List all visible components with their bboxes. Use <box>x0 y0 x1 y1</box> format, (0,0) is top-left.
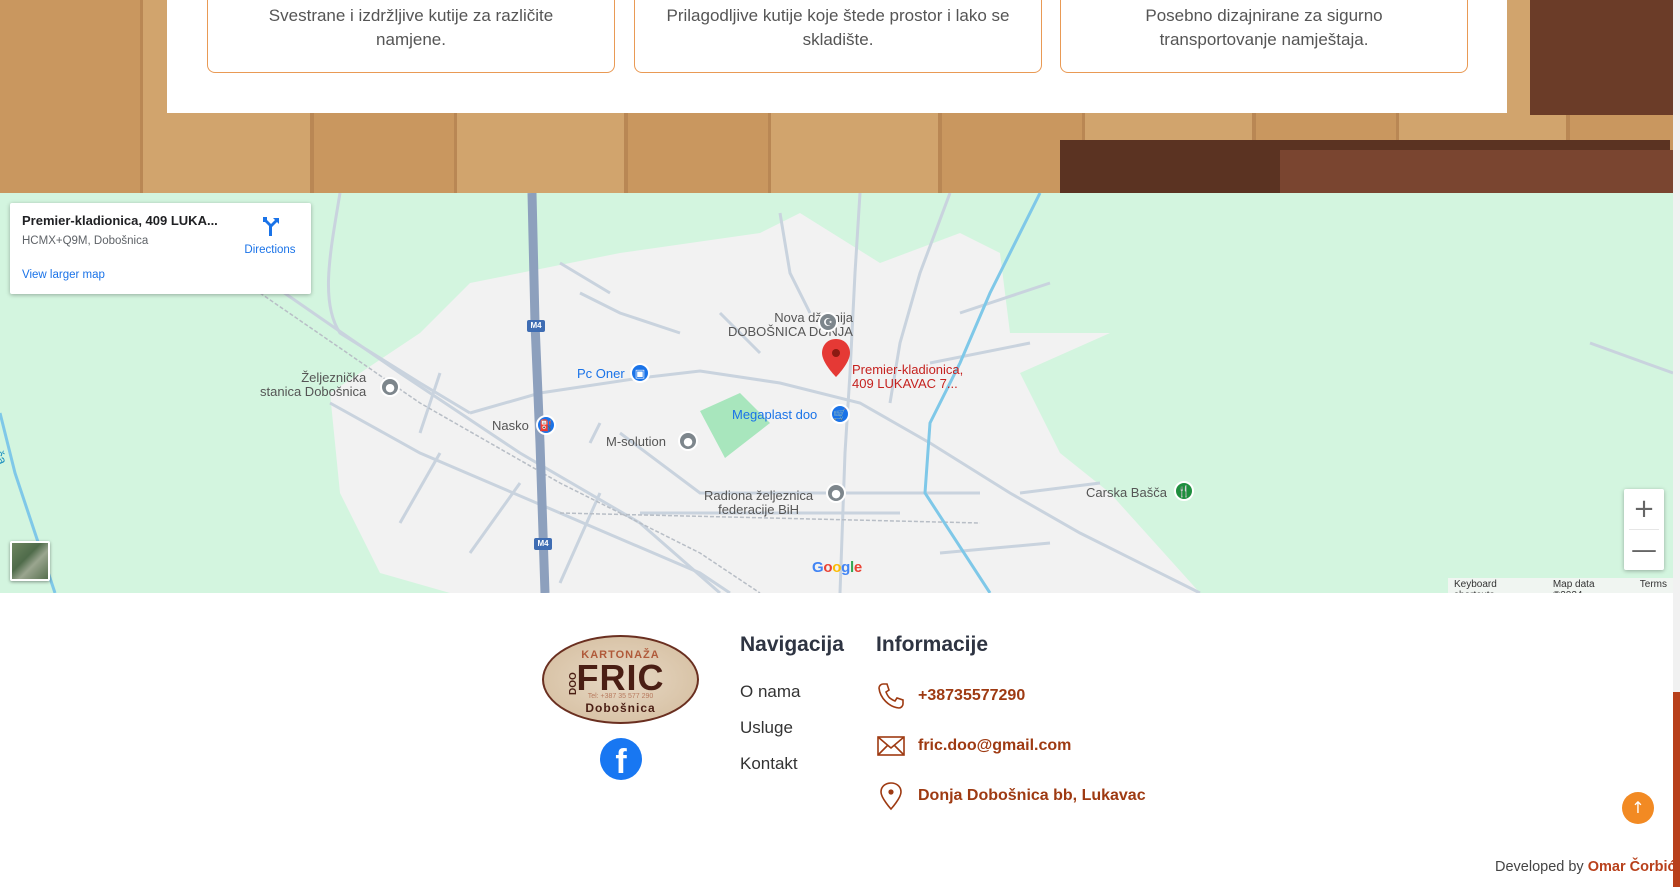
scroll-to-top-button[interactable]: ↑ <box>1622 792 1654 824</box>
feature-text: Svestrane i izdržljive kutije za različi… <box>268 6 554 49</box>
directions-icon <box>263 217 279 236</box>
map-label-pc-oner[interactable]: Pc Oner <box>577 367 625 381</box>
mail-icon <box>877 736 905 756</box>
shop-icon[interactable]: ▣ <box>630 363 650 383</box>
satellite-toggle[interactable] <box>10 541 50 581</box>
page-scrollbar[interactable] <box>1673 0 1680 887</box>
map-data-text: Map data ©2024 <box>1552 579 1595 593</box>
nav-heading: Navigacija <box>740 633 844 656</box>
place-title: Premier-kladionica, 409 LUKA... <box>22 213 218 228</box>
email-link[interactable]: fric.doo@gmail.com <box>918 737 1071 755</box>
phone-row[interactable]: +38735577290 <box>876 679 1025 713</box>
m4-shield: M4 <box>534 538 552 550</box>
cart-icon[interactable]: 🛒 <box>830 404 850 424</box>
location-icon <box>880 782 902 811</box>
map-attribution-bar: Keyboard shortcuts Map data ©2024 Terms <box>1448 578 1673 593</box>
scrollbar-thumb[interactable] <box>1673 692 1680 887</box>
map-label-megaplast[interactable]: Megaplast doo <box>732 408 817 422</box>
embedded-map[interactable]: M4 M4 Nova džamija DOBOŠNICA DONJA ☪ Pc O… <box>0 193 1673 593</box>
info-heading: Informacije <box>876 633 989 656</box>
feature-card: Svestrane i izdržljive kutije za različi… <box>207 0 615 73</box>
mosque-icon[interactable]: ☪ <box>818 312 838 332</box>
developer-link[interactable]: Omar Čorbić <box>1588 859 1676 875</box>
m4-shield: M4 <box>527 320 545 332</box>
keyboard-shortcuts-link[interactable]: Keyboard shortcuts <box>1454 579 1539 593</box>
fuel-icon[interactable]: ⛽ <box>536 415 556 435</box>
directions-button[interactable]: Directions <box>235 215 305 256</box>
features-panel: Svestrane i izdržljive kutije za različi… <box>167 0 1507 113</box>
place-subtitle: HCMX+Q9M, Dobošnica <box>22 235 149 247</box>
phone-link[interactable]: +38735577290 <box>918 687 1025 705</box>
map-label-nasko[interactable]: Nasko <box>492 419 529 433</box>
feature-text: Prilagodljive kutije koje štede prostor … <box>666 6 1010 49</box>
place-info-card: Premier-kladionica, 409 LUKA... HCMX+Q9M… <box>10 203 311 294</box>
station-icon[interactable]: ● <box>380 377 400 397</box>
address-row: Donja Dobošnica bb, Lukavac <box>876 779 1146 813</box>
zoom-control: + — <box>1624 489 1664 570</box>
google-logo: Google <box>812 559 862 576</box>
map-label-carska-basca[interactable]: Carska Bašča <box>1086 486 1167 500</box>
box-shadow-decor <box>1280 150 1673 193</box>
place-icon[interactable]: ● <box>826 483 846 503</box>
nav-link-kontakt[interactable]: Kontakt <box>740 754 798 774</box>
box-decor <box>1530 0 1673 115</box>
view-larger-map-link[interactable]: View larger map <box>22 269 105 281</box>
address-text: Donja Dobošnica bb, Lukavac <box>918 787 1146 804</box>
feature-card: Prilagodljive kutije koje štede prostor … <box>634 0 1042 73</box>
zoom-in-button[interactable]: + <box>1624 489 1664 529</box>
map-label-zeljeznicka-stanica[interactable]: Željeznička stanica Dobošnica <box>260 371 366 399</box>
feature-text: Posebno dizajnirane za sigurno transport… <box>1145 6 1383 49</box>
place-icon[interactable]: ● <box>678 431 698 451</box>
phone-icon <box>878 683 904 709</box>
company-logo[interactable]: KARTONAŽA FRIC DOO Tel: +387 35 577 290 … <box>542 635 699 724</box>
zoom-out-button[interactable]: — <box>1624 530 1664 570</box>
arrow-up-icon: ↑ <box>1631 798 1645 817</box>
feature-card: Posebno dizajnirane za sigurno transport… <box>1060 0 1468 73</box>
map-label-radiona[interactable]: Radiona željeznica federacije BiH <box>704 489 813 517</box>
map-label-m-solution[interactable]: M-solution <box>606 435 666 449</box>
facebook-icon[interactable]: f <box>600 738 642 780</box>
restaurant-icon[interactable]: 🍴 <box>1174 481 1194 501</box>
developer-credit: Developed by Omar Čorbić <box>1495 859 1676 875</box>
hero-background: Svestrane i izdržljive kutije za različi… <box>0 0 1673 193</box>
nav-link-usluge[interactable]: Usluge <box>740 718 793 738</box>
map-label-pin[interactable]: Premier-kladionica, 409 LUKAVAC 7... <box>852 363 963 391</box>
nav-link-o-nama[interactable]: O nama <box>740 682 800 702</box>
email-row[interactable]: fric.doo@gmail.com <box>876 729 1071 763</box>
terms-link[interactable]: Terms <box>1640 579 1667 592</box>
